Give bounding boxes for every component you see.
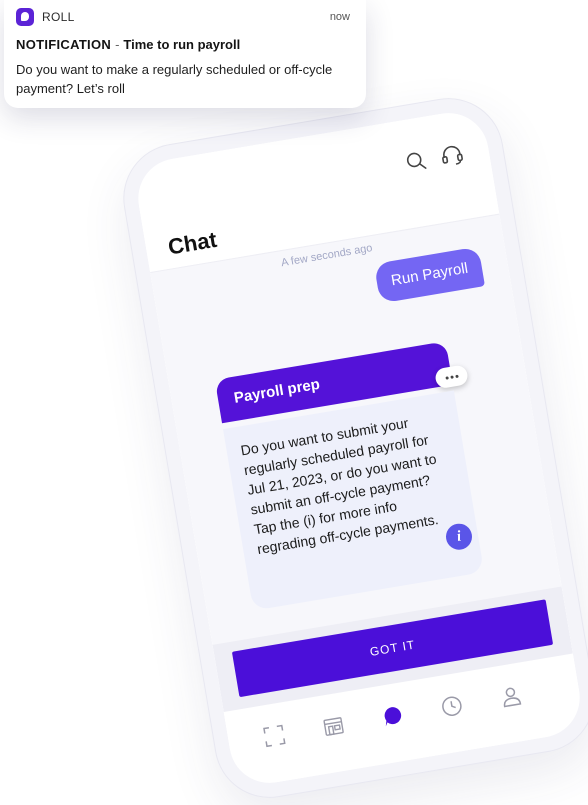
roll-logo-icon	[16, 8, 34, 26]
notification-label: NOTIFICATION	[16, 37, 112, 52]
chat-bubble-icon[interactable]	[379, 702, 407, 730]
notification-separator: -	[115, 37, 120, 52]
phone-frame: Chat A few seconds ago Run Payroll Payro…	[116, 91, 588, 805]
chat-thread[interactable]: A few seconds ago Run Payroll Payroll pr…	[150, 213, 562, 646]
phone-screen: Chat A few seconds ago Run Payroll Payro…	[132, 107, 586, 789]
notification-time: now	[329, 11, 350, 23]
search-icon[interactable]	[402, 147, 432, 177]
scan-icon[interactable]	[261, 722, 289, 750]
page-title: Chat	[166, 226, 219, 260]
push-notification[interactable]: ROLL now NOTIFICATION - Time to run payrol…	[4, 0, 366, 108]
profile-icon[interactable]	[497, 682, 525, 710]
bot-message-text: Do you want to submit your regularly sch…	[239, 414, 440, 558]
notification-body: Do you want to make a regularly schedule…	[16, 62, 333, 96]
notification-subject: Time to run payroll	[123, 37, 241, 52]
notification-app-name: ROLL	[42, 10, 75, 24]
store-icon[interactable]	[320, 712, 348, 740]
top-bar	[132, 107, 492, 232]
notification-header: ROLL now	[16, 8, 352, 28]
notification-title: NOTIFICATION - Time to run payroll	[16, 37, 240, 52]
ellipsis-icon[interactable]	[434, 364, 469, 390]
bot-message-card: Do you want to submit your regularly sch…	[223, 390, 485, 611]
clock-icon[interactable]	[438, 692, 466, 720]
bot-card-title: Payroll prep	[232, 375, 322, 407]
headset-icon[interactable]	[437, 141, 467, 171]
user-message-bubble: Run Payroll	[374, 246, 485, 304]
